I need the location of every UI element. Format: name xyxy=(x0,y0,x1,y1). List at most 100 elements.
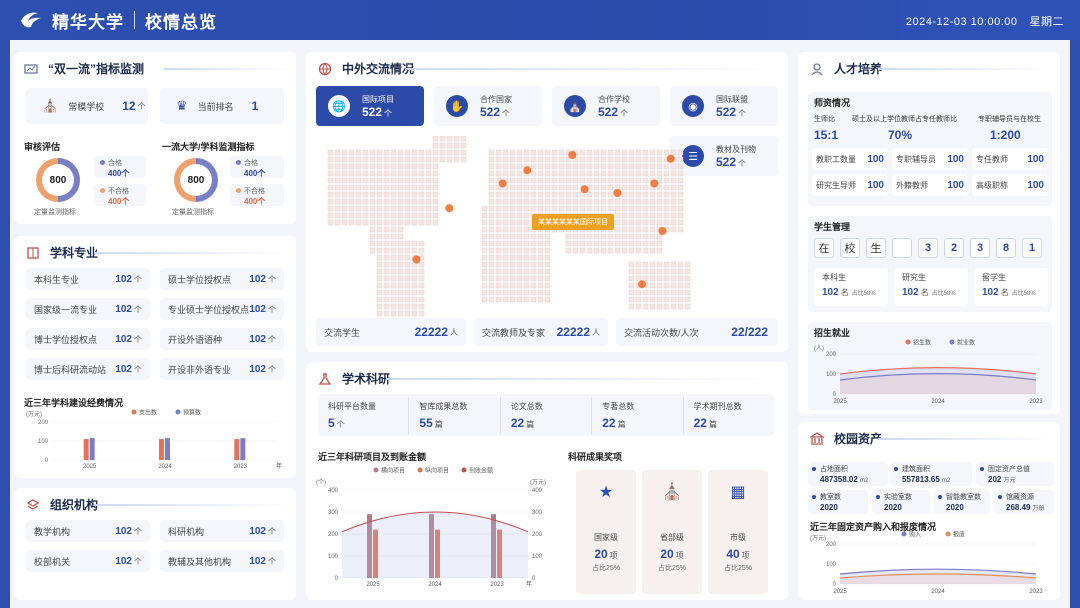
asset-item[interactable]: 教室数 2020 xyxy=(808,490,868,514)
zuzhi-item[interactable]: 校部机关 102 个 xyxy=(26,550,150,572)
pass-unit: 个 xyxy=(257,169,266,178)
legend-swatch xyxy=(945,531,951,537)
stat-unit: 篇 xyxy=(617,419,626,429)
count-label: 外籍教师 xyxy=(896,180,928,190)
map-marker[interactable] xyxy=(412,255,421,264)
award-card[interactable]: ⛪ 省部级 20 项占比25% xyxy=(642,470,702,594)
y-tick: 100 xyxy=(826,562,837,568)
asset-chart: (万元) 0 100 200 2025 2024 2023 购入 报废 xyxy=(810,531,1043,596)
exchange-card-2[interactable]: ⛪ 合作学校 522 个 xyxy=(552,86,660,126)
map-marker[interactable] xyxy=(498,179,507,188)
student-type-card[interactable]: 研究生 102 名占比58% xyxy=(894,268,968,306)
trophy-icon: ♛ xyxy=(176,98,188,113)
award-card[interactable]: ★ 国家级 20 项占比25% xyxy=(576,470,636,594)
bar[interactable] xyxy=(89,438,95,460)
map-marker[interactable] xyxy=(650,179,659,188)
award-card[interactable]: ▦ 市级 40 项占比25% xyxy=(708,470,768,594)
xueke-item[interactable]: 开设非外语专业 102 个 xyxy=(160,358,284,380)
teacher-count[interactable]: 外籍教师 100 xyxy=(892,174,968,196)
asset-unit: 万元 xyxy=(1003,478,1016,484)
map-marker[interactable] xyxy=(658,227,667,235)
map-marker[interactable] xyxy=(613,189,622,197)
item-value: 102 xyxy=(115,273,132,285)
award-pct: 占比25% xyxy=(591,565,620,572)
student-type-card[interactable]: 本科生 102 名占比58% xyxy=(814,268,888,306)
teacher-count[interactable]: 教职工数量 100 xyxy=(812,148,888,170)
teacher-count[interactable]: 研究生导师 100 xyxy=(812,174,888,196)
norm-school-card[interactable]: ⛪ 常模学校 12 个 xyxy=(26,88,148,124)
x-tick: 2023 xyxy=(1029,589,1043,595)
student-type-card[interactable]: 留学生 102 名占比58% xyxy=(974,268,1048,306)
exchange-card-1[interactable]: ✋ 合作国家 522 个 xyxy=(434,86,542,126)
y-tick: 100 xyxy=(328,554,339,560)
chart-monitor-icon xyxy=(24,63,38,74)
exchange-card-3[interactable]: ◉ 国际联盟 522 个 xyxy=(670,86,778,126)
page-title: 校情总览 xyxy=(145,12,217,32)
xueke-item[interactable]: 本科生专业 102 个 xyxy=(26,268,150,290)
xueke-item[interactable]: 博士后科研流动站 102 个 xyxy=(26,358,150,380)
monitor-ring: 800 xyxy=(174,158,218,202)
current-rank-card[interactable]: ♛ 当前排名 1 xyxy=(160,88,284,124)
card-value: 1 xyxy=(251,99,259,113)
teacher-count[interactable]: 专任教师 100 xyxy=(972,148,1048,170)
exchange-card-0[interactable]: 🌐 国际项目 522 个 xyxy=(316,86,424,126)
xueke-item[interactable]: 开设外语语种 102 个 xyxy=(160,328,284,350)
ring-value: 800 xyxy=(180,164,212,196)
stat-label: 交流活动次数/人次 xyxy=(624,327,699,338)
legend-swatch xyxy=(905,339,911,345)
zuzhi-item[interactable]: 科研机构 102 个 xyxy=(160,520,284,542)
xueke-item[interactable]: 专业硕士学位授权点 102 个 xyxy=(160,298,284,320)
x-tick: 2024 xyxy=(158,464,172,470)
student-value: 102 xyxy=(902,287,919,298)
teacher-count[interactable]: 高级职称 100 xyxy=(972,174,1048,196)
xueke-item[interactable]: 硕士学位授权点 102 个 xyxy=(160,268,284,290)
stat-value: 22222 xyxy=(556,325,590,339)
y-unit: (个) xyxy=(316,479,326,486)
map-marker[interactable] xyxy=(638,280,646,289)
asset-item[interactable]: 建筑面积 557813.65 m2 xyxy=(890,462,972,486)
card-unit: 个 xyxy=(384,108,393,118)
asset-item[interactable]: 占地面积 487358.02 m2 xyxy=(808,462,888,486)
zuzhi-panel: 组织机构 教学机构 102 个科研机构 102 个校部机关 102 个教辅及其他机构 102 个 xyxy=(14,488,296,600)
bar[interactable] xyxy=(234,439,240,460)
stat-label: 论文总数 xyxy=(510,401,543,411)
xueke-item[interactable]: 博士学位授权点 102 个 xyxy=(26,328,150,350)
map-marker[interactable] xyxy=(580,185,589,194)
map-marker[interactable] xyxy=(568,151,577,159)
stat-value-row: 22 篇 xyxy=(511,416,581,430)
item-label: 开设非外语专业 xyxy=(168,364,232,375)
bar[interactable] xyxy=(83,439,89,460)
student-count-digit: 校 xyxy=(840,238,860,258)
xueke-item[interactable]: 国家级一流专业 102 个 xyxy=(26,298,150,320)
legend-swatch xyxy=(131,409,137,415)
item-value: 102 xyxy=(115,555,132,567)
teacher-count[interactable]: 专职辅导员 100 xyxy=(892,148,968,170)
bar[interactable] xyxy=(240,438,246,460)
item-unit: 个 xyxy=(268,526,276,536)
y-tick: 0 xyxy=(833,582,837,588)
item-value: 102 xyxy=(249,303,266,315)
bar[interactable] xyxy=(159,439,164,460)
map-marker[interactable] xyxy=(523,166,532,175)
header-datetime: 2024-12-03 10:00:00 星期二 xyxy=(894,13,1064,29)
y-tick: 300 xyxy=(328,510,339,516)
stat-unit: 篇 xyxy=(434,419,443,429)
asset-item[interactable]: 智能教室数 2020 xyxy=(934,490,990,514)
card-unit: 个 xyxy=(738,158,747,168)
asset-item[interactable]: 实验室数 2020 xyxy=(872,490,930,514)
asset-item[interactable]: 馆藏资源 268.49 万册 xyxy=(994,490,1054,514)
asset-value: 268.49 xyxy=(1006,503,1031,512)
zuzhi-item[interactable]: 教辅及其他机构 102 个 xyxy=(160,550,284,572)
asset-item[interactable]: 固定资产总值 202 万元 xyxy=(976,462,1054,486)
map-marker[interactable] xyxy=(445,204,454,213)
dashboard-content: “双一流”指标监测 ⛪ 常模学校 12 个 ♛ 当前排名 1 审核评估 800 定… xyxy=(10,40,1070,608)
item-value: 102 xyxy=(115,333,132,345)
legend-label: 报废 xyxy=(953,531,965,539)
legend-swatch xyxy=(175,409,181,415)
keyan-stat: 智库成果总数 55 篇 xyxy=(408,396,499,434)
card-value: 522 xyxy=(716,104,737,119)
bar[interactable] xyxy=(165,438,170,460)
student-unit: 名 xyxy=(920,288,929,297)
map-marker[interactable] xyxy=(666,154,675,163)
zuzhi-item[interactable]: 教学机构 102 个 xyxy=(26,520,150,542)
